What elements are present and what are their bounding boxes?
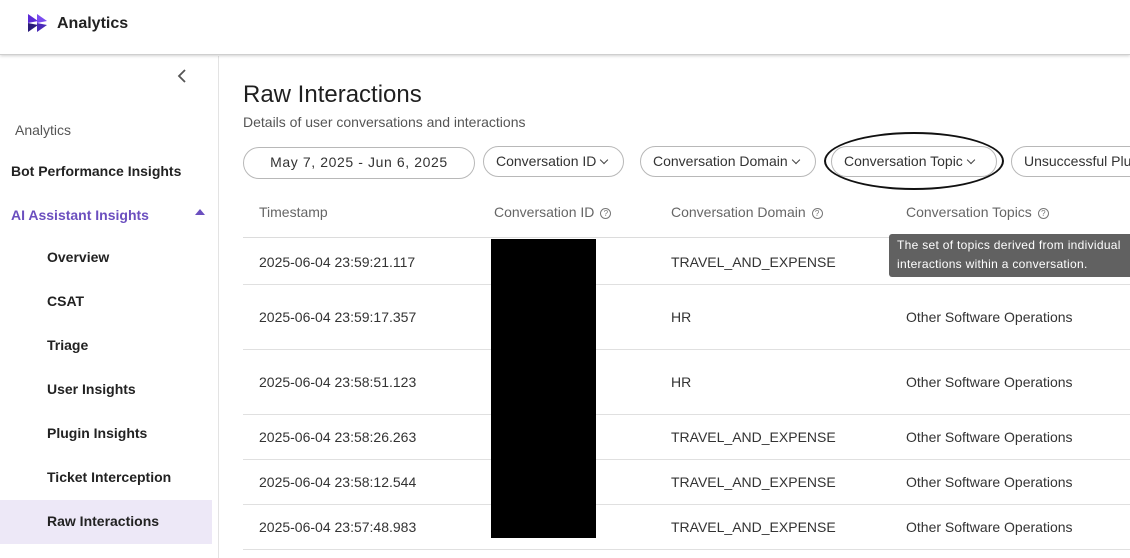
sidebar-item-label: Plugin Insights (47, 425, 148, 441)
chevron-down-icon (966, 155, 976, 165)
top-bar: Analytics (0, 0, 1130, 55)
table-header: Timestamp Conversation ID? Conversation … (243, 196, 1130, 238)
sidebar-item-ai-assistant[interactable]: AI Assistant Insights (11, 207, 149, 223)
table-row[interactable]: 2025-06-04 23:58:51.123 HR Other Softwar… (243, 350, 1130, 415)
sidebar-item-raw-interactions[interactable]: Raw Interactions (0, 500, 212, 544)
table-row[interactable]: 2025-06-04 23:58:26.263 TRAVEL_AND_EXPEN… (243, 415, 1130, 460)
column-header-conversation-domain[interactable]: Conversation Domain? (671, 204, 823, 220)
chevron-down-icon (600, 155, 609, 165)
filter-conversation-domain[interactable]: Conversation Domain (640, 146, 816, 177)
help-icon[interactable]: ? (1037, 208, 1049, 219)
cell-topics: Other Software Operations (906, 374, 1073, 390)
cell-timestamp: 2025-06-04 23:58:26.263 (259, 429, 417, 445)
cell-timestamp: 2025-06-04 23:58:12.544 (259, 474, 417, 490)
filter-unsuccessful-plugin[interactable]: Unsuccessful Plu (1011, 146, 1130, 177)
sidebar-item-ticket-interception[interactable]: Ticket Interception (0, 456, 212, 500)
chevron-left-icon[interactable] (172, 66, 192, 86)
cell-domain: TRAVEL_AND_EXPENSE (671, 254, 836, 270)
date-range-label: May 7, 2025 - Jun 6, 2025 (270, 154, 448, 170)
column-header-conversation-topics[interactable]: Conversation Topics? (906, 204, 1049, 220)
filter-label: Conversation Topic (844, 153, 963, 169)
cell-timestamp: 2025-06-04 23:57:48.983 (259, 519, 417, 535)
help-icon[interactable]: ? (600, 208, 612, 219)
sidebar-item-triage[interactable]: Triage (0, 324, 212, 368)
table-row[interactable]: 2025-06-04 23:58:12.544 TRAVEL_AND_EXPEN… (243, 460, 1130, 505)
app-title: Analytics (57, 15, 129, 32)
chevron-down-icon (791, 155, 800, 165)
cell-topics: Other Software Operations (906, 519, 1073, 535)
cell-timestamp: 2025-06-04 23:59:17.357 (259, 309, 417, 325)
column-help-tooltip: The set of topics derived from individua… (889, 234, 1130, 277)
cell-topics: Other Software Operations (906, 474, 1073, 490)
sidebar-item-user-insights[interactable]: User Insights (0, 368, 212, 412)
cell-topics: Other Software Operations (906, 309, 1073, 325)
sidebar-item-csat[interactable]: CSAT (0, 280, 212, 324)
date-range-picker[interactable]: May 7, 2025 - Jun 6, 2025 (243, 147, 475, 179)
column-header-conversation-id[interactable]: Conversation ID? (494, 204, 612, 220)
sidebar-item-bot-performance[interactable]: Bot Performance Insights (11, 163, 181, 179)
sidebar: Analytics Bot Performance Insights AI As… (0, 56, 219, 558)
cell-domain: TRAVEL_AND_EXPENSE (671, 429, 836, 445)
sidebar-item-label: Triage (47, 337, 89, 353)
filter-conversation-id[interactable]: Conversation ID (483, 146, 624, 177)
sidebar-item-label: Raw Interactions (47, 513, 160, 529)
table-row[interactable]: 2025-06-04 23:57:48.983 TRAVEL_AND_EXPEN… (243, 505, 1130, 550)
page-title: Raw Interactions (243, 81, 422, 108)
sidebar-item-label: Ticket Interception (47, 469, 172, 485)
sidebar-item-label: User Insights (47, 381, 136, 397)
cell-timestamp: 2025-06-04 23:59:21.117 (259, 254, 416, 270)
filter-label: Conversation Domain (653, 153, 788, 169)
sidebar-item-label: CSAT (47, 293, 85, 309)
tooltip-line: interactions within a conversation. (897, 257, 1088, 271)
redaction-box (491, 239, 596, 538)
help-icon[interactable]: ? (811, 208, 823, 219)
caret-up-icon[interactable] (195, 209, 205, 215)
cell-domain: TRAVEL_AND_EXPENSE (671, 474, 836, 490)
cell-domain: TRAVEL_AND_EXPENSE (671, 519, 836, 535)
cell-timestamp: 2025-06-04 23:58:51.123 (259, 374, 417, 390)
sidebar-item-label: Overview (47, 249, 110, 265)
tooltip-line: The set of topics derived from individua… (897, 238, 1121, 252)
column-header-timestamp[interactable]: Timestamp (259, 204, 328, 220)
analytics-logo-icon (28, 14, 47, 32)
sidebar-item-overview[interactable]: Overview (0, 236, 212, 280)
filter-conversation-topic[interactable]: Conversation Topic (831, 146, 997, 177)
page-subtitle: Details of user conversations and intera… (243, 114, 526, 130)
sidebar-item-plugin-insights[interactable]: Plugin Insights (0, 412, 212, 456)
cell-domain: HR (671, 374, 692, 390)
sidebar-section-label: Analytics (15, 122, 72, 138)
cell-topics: Other Software Operations (906, 429, 1073, 445)
table-row[interactable]: 2025-06-04 23:59:17.357 HR Other Softwar… (243, 285, 1130, 350)
filter-label: Conversation ID (496, 153, 597, 169)
main-content: Raw Interactions Details of user convers… (219, 56, 1130, 558)
cell-domain: HR (671, 309, 692, 325)
filter-label: Unsuccessful Plu (1024, 153, 1130, 169)
